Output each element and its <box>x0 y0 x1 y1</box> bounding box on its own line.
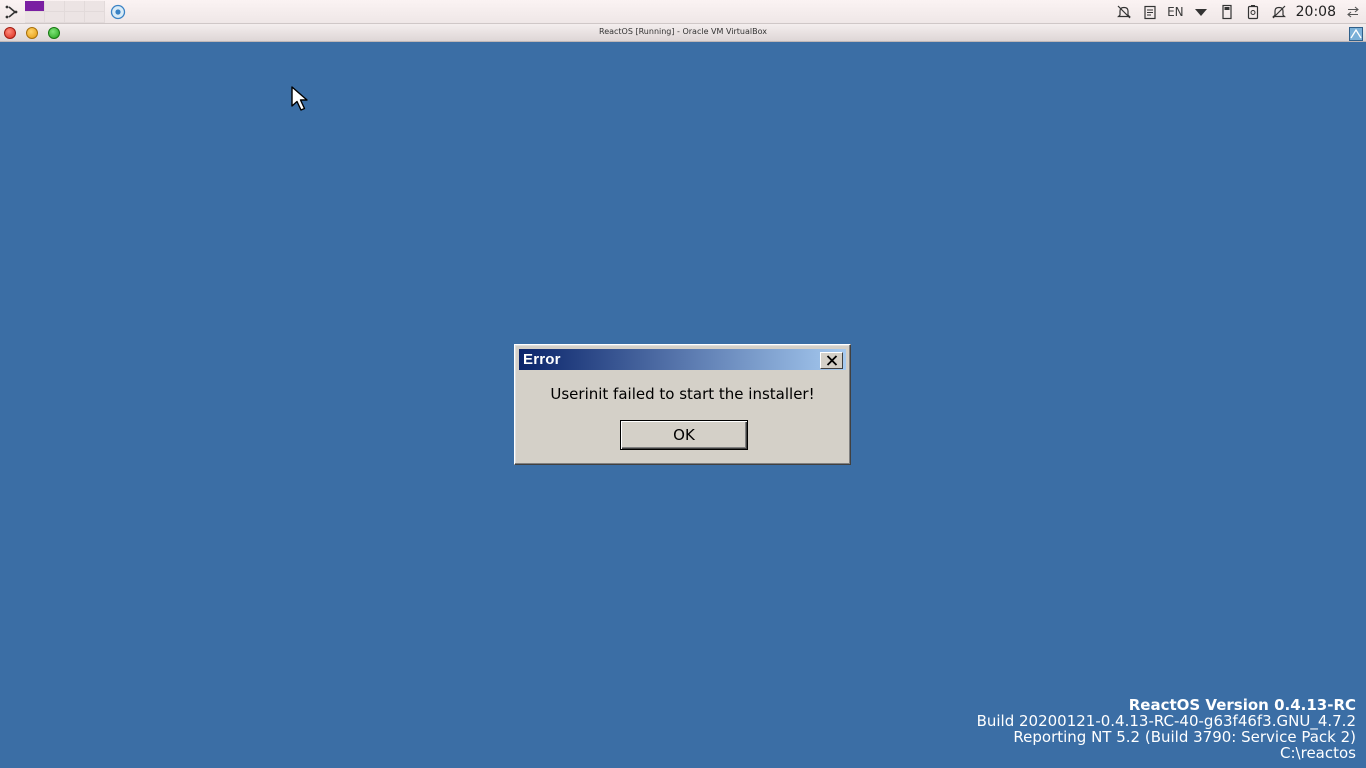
nt-reporting-line: Reporting NT 5.2 (Build 3790: Service Pa… <box>1013 728 1356 746</box>
keyboard-language[interactable]: EN <box>1167 5 1184 19</box>
workspace-3[interactable] <box>65 1 85 12</box>
virtualbox-logo-icon <box>1349 26 1363 41</box>
dialog-title: Error <box>523 351 561 368</box>
system-path-line: C:\reactos <box>1280 744 1356 762</box>
network-arrows-icon[interactable] <box>1344 3 1362 21</box>
workspace-7[interactable] <box>65 12 85 23</box>
workspace-8[interactable] <box>85 12 105 23</box>
close-icon <box>826 355 837 366</box>
workspace-4[interactable] <box>85 1 105 12</box>
virtualbox-icon[interactable] <box>110 4 126 20</box>
workspace-2[interactable] <box>45 1 65 12</box>
dropdown-triangle-icon[interactable] <box>1192 3 1210 21</box>
version-line: ReactOS Version 0.4.13-RC <box>1128 696 1356 714</box>
dialog-close-button[interactable] <box>820 352 843 369</box>
workspace-6[interactable] <box>45 12 65 23</box>
ok-button[interactable]: OK <box>620 420 748 450</box>
clipboard-icon[interactable] <box>1141 3 1159 21</box>
clock[interactable]: 20:08 <box>1296 4 1336 20</box>
mouse-cursor-icon <box>291 86 313 114</box>
screen: EN 20:08 ReactOS [Running] - Oracle VM V… <box>0 0 1366 768</box>
build-line: Build 20200121-0.4.13-RC-40-g63f46f3.GNU… <box>976 712 1356 730</box>
dialog-titlebar[interactable]: Error <box>519 349 846 370</box>
error-dialog: Error Userinit failed to start the insta… <box>514 344 851 465</box>
workspace-5[interactable] <box>25 12 45 23</box>
host-top-panel: EN 20:08 <box>0 0 1366 24</box>
notifications-muted-icon[interactable] <box>1115 3 1133 21</box>
bell-muted-icon[interactable] <box>1270 3 1288 21</box>
dialog-message: Userinit failed to start the installer! <box>550 385 815 403</box>
vm-window-titlebar: ReactOS [Running] - Oracle VM VirtualBox <box>0 24 1366 42</box>
system-tray: EN 20:08 <box>1107 0 1366 24</box>
vm-window-title: ReactOS [Running] - Oracle VM VirtualBox <box>599 27 767 36</box>
battery-icon[interactable] <box>1244 3 1262 21</box>
workspace-1[interactable] <box>25 1 45 12</box>
launcher-icon[interactable] <box>3 3 21 21</box>
os-version-info: ReactOS Version 0.4.13-RC Build 20200121… <box>977 697 1356 761</box>
workspace-switcher[interactable] <box>25 1 105 23</box>
usb-drive-icon[interactable] <box>1218 3 1236 21</box>
